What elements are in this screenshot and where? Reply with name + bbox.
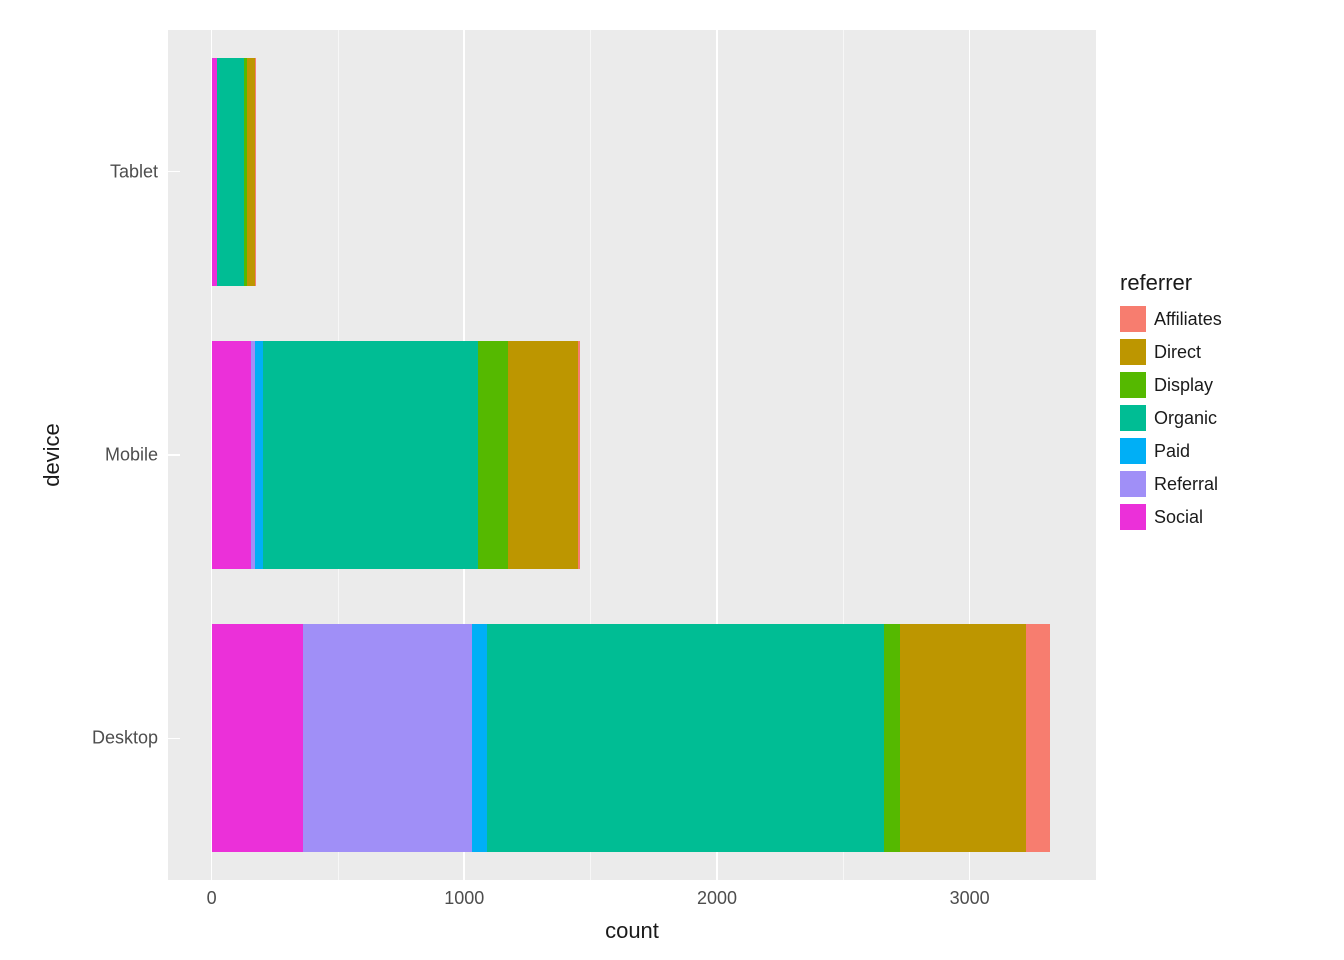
legend-item-paid: Paid bbox=[1120, 438, 1222, 464]
x-tick-label: 2000 bbox=[697, 888, 737, 909]
y-tick-label: Desktop bbox=[70, 728, 158, 749]
segment-organic bbox=[263, 341, 478, 569]
segment-affiliates bbox=[578, 341, 581, 569]
x-tick-label: 0 bbox=[207, 888, 217, 909]
legend-key bbox=[1120, 471, 1146, 497]
legend-swatch bbox=[1120, 372, 1146, 398]
legend-label: Referral bbox=[1154, 474, 1218, 495]
x-tick-label: 1000 bbox=[444, 888, 484, 909]
legend-swatch bbox=[1120, 438, 1146, 464]
legend-swatch bbox=[1120, 306, 1146, 332]
segment-direct bbox=[508, 341, 577, 569]
segment-social bbox=[212, 624, 303, 852]
legend-item-display: Display bbox=[1120, 372, 1222, 398]
segment-social bbox=[212, 341, 251, 569]
x-tick-label: 3000 bbox=[950, 888, 990, 909]
legend-item-social: Social bbox=[1120, 504, 1222, 530]
segment-referral bbox=[303, 624, 472, 852]
bar-tablet bbox=[212, 58, 256, 286]
legend-label: Paid bbox=[1154, 441, 1190, 462]
segment-affiliates bbox=[255, 58, 256, 286]
legend-label: Organic bbox=[1154, 408, 1217, 429]
legend-key bbox=[1120, 405, 1146, 431]
legend-key bbox=[1120, 306, 1146, 332]
legend-item-referral: Referral bbox=[1120, 471, 1222, 497]
bar-mobile bbox=[212, 341, 581, 569]
segment-display bbox=[884, 624, 900, 852]
y-tick-label: Mobile bbox=[70, 445, 158, 466]
legend-swatch bbox=[1120, 405, 1146, 431]
plot-panel bbox=[168, 30, 1096, 880]
y-tick-label: Tablet bbox=[70, 161, 158, 182]
segment-direct bbox=[247, 58, 255, 286]
legend-key bbox=[1120, 504, 1146, 530]
legend-key bbox=[1120, 339, 1146, 365]
legend-label: Display bbox=[1154, 375, 1213, 396]
segment-organic bbox=[487, 624, 884, 852]
legend-item-direct: Direct bbox=[1120, 339, 1222, 365]
y-axis-title: device bbox=[39, 423, 65, 487]
legend-swatch bbox=[1120, 504, 1146, 530]
segment-direct bbox=[900, 624, 1026, 852]
legend-title: referrer bbox=[1120, 270, 1222, 296]
legend-key bbox=[1120, 438, 1146, 464]
legend: referrer Affiliates Direct Display Organic P… bbox=[1120, 270, 1222, 537]
chart-container: device count referrer Affiliates Direct Di… bbox=[0, 0, 1344, 960]
segment-paid bbox=[255, 341, 264, 569]
legend-swatch bbox=[1120, 471, 1146, 497]
legend-label: Affiliates bbox=[1154, 309, 1222, 330]
legend-swatch bbox=[1120, 339, 1146, 365]
segment-organic bbox=[217, 58, 245, 286]
legend-label: Direct bbox=[1154, 342, 1201, 363]
segment-affiliates bbox=[1026, 624, 1050, 852]
legend-label: Social bbox=[1154, 507, 1203, 528]
legend-item-affiliates: Affiliates bbox=[1120, 306, 1222, 332]
legend-item-organic: Organic bbox=[1120, 405, 1222, 431]
segment-paid bbox=[472, 624, 487, 852]
bar-desktop bbox=[212, 624, 1051, 852]
segment-display bbox=[478, 341, 508, 569]
x-axis-title: count bbox=[168, 918, 1096, 944]
legend-key bbox=[1120, 372, 1146, 398]
